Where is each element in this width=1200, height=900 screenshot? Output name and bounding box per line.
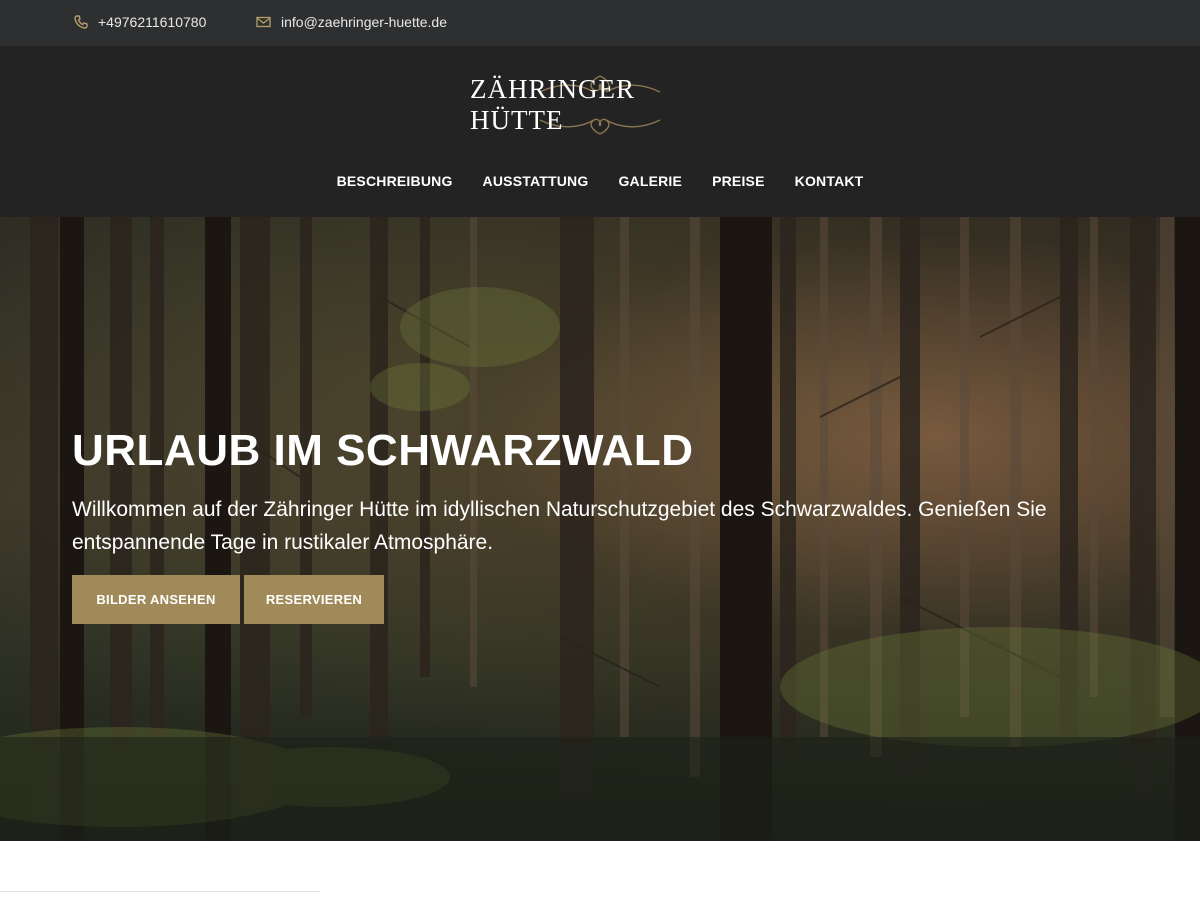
brand-name: ZÄHRINGER HÜTTE xyxy=(470,74,635,135)
nav-item-galerie[interactable]: GALERIE xyxy=(618,173,682,189)
nav-item-beschreibung[interactable]: BESCHREIBUNG xyxy=(337,173,453,189)
phone-contact[interactable]: +4976211610780 xyxy=(74,13,206,31)
hero-content: URLAUB IM SCHWARZWALD Willkommen auf der… xyxy=(72,423,1132,624)
site-header: ZÄHRINGER HÜTTE BESCHREIBUNG AUSSTATTUNG… xyxy=(0,46,1200,217)
hero-description: Willkommen auf der Zähringer Hütte im id… xyxy=(72,498,1047,554)
hero-title: URLAUB IM SCHWARZWALD xyxy=(72,426,694,475)
nav-item-preise[interactable]: PREISE xyxy=(712,173,765,189)
phone-number[interactable]: +4976211610780 xyxy=(98,13,206,31)
mail-icon xyxy=(256,16,271,28)
main-navigation: BESCHREIBUNG AUSSTATTUNG GALERIE PREISE … xyxy=(0,173,1200,189)
nav-item-ausstattung[interactable]: AUSSTATTUNG xyxy=(483,173,589,189)
nav-item-kontakt[interactable]: KONTAKT xyxy=(795,173,864,189)
divider xyxy=(0,891,320,892)
phone-icon xyxy=(74,15,88,29)
view-pictures-button[interactable]: BILDER ANSEHEN xyxy=(72,575,240,624)
email-address[interactable]: info@zaehringer-huette.de xyxy=(281,13,447,31)
email-contact[interactable]: info@zaehringer-huette.de xyxy=(256,13,447,31)
hero-buttons: BILDER ANSEHEN RESERVIEREN xyxy=(72,575,1132,624)
top-contact-bar: +4976211610780 info@zaehringer-huette.de xyxy=(0,0,1200,46)
reserve-button[interactable]: RESERVIEREN xyxy=(244,575,384,624)
site-logo[interactable]: ZÄHRINGER HÜTTE xyxy=(470,70,730,140)
hero-section: URLAUB IM SCHWARZWALD Willkommen auf der… xyxy=(0,217,1200,841)
